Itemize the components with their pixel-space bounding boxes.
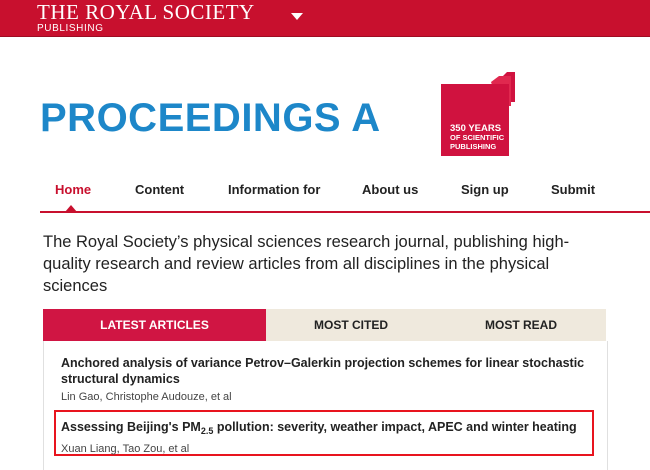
article-authors: Lin Gao, Christophe Audouze, et al bbox=[61, 391, 232, 403]
article-title-part: pollution: severity, weather impact, APE… bbox=[213, 420, 577, 434]
nav-sign-up[interactable]: Sign up bbox=[461, 182, 509, 197]
anniversary-years: 350 YEARS bbox=[450, 123, 502, 134]
article-title[interactable]: Assessing Beijing's PM2.5 pollution: sev… bbox=[61, 419, 591, 439]
article-title[interactable]: Anchored analysis of variance Petrov–Gal… bbox=[61, 355, 591, 387]
brand-subtitle: PUBLISHING bbox=[37, 23, 104, 34]
nav-submit[interactable]: Submit bbox=[551, 182, 595, 197]
top-header-bar: THE ROYAL SOCIETY PUBLISHING bbox=[0, 0, 650, 37]
articles-panel: Anchored analysis of variance Petrov–Gal… bbox=[43, 341, 608, 470]
caret-down-icon[interactable] bbox=[291, 13, 303, 20]
journal-description: The Royal Society’s physical sciences re… bbox=[43, 233, 570, 295]
tab-latest-articles[interactable]: LATEST ARTICLES bbox=[43, 309, 266, 341]
article-item[interactable]: Assessing Beijing's PM2.5 pollution: sev… bbox=[61, 419, 591, 456]
article-item[interactable]: Anchored analysis of variance Petrov–Gal… bbox=[61, 355, 591, 404]
anniversary-line2: OF SCIENTIFIC bbox=[450, 133, 505, 142]
tab-most-cited[interactable]: MOST CITED bbox=[266, 309, 436, 341]
nav-about-us[interactable]: About us bbox=[362, 182, 418, 197]
article-title-subscript: 2.5 bbox=[200, 426, 214, 436]
anniversary-line3: PUBLISHING bbox=[450, 142, 497, 151]
nav-underline bbox=[40, 211, 650, 213]
journal-title: PROCEEDINGS A bbox=[40, 96, 381, 140]
article-tabs: LATEST ARTICLES MOST CITED MOST READ bbox=[43, 309, 606, 341]
royal-society-publishing-logo[interactable]: THE ROYAL SOCIETY PUBLISHING bbox=[37, 2, 255, 34]
nav-information-for[interactable]: Information for bbox=[228, 182, 320, 197]
nav-content[interactable]: Content bbox=[135, 182, 184, 197]
brand-name: THE ROYAL SOCIETY bbox=[37, 0, 255, 24]
anniversary-badge-text: 350 YEARS OF SCIENTIFIC PUBLISHING bbox=[450, 124, 504, 151]
nav-home[interactable]: Home bbox=[55, 182, 91, 197]
article-title-part: Assessing Beijing's PM bbox=[61, 420, 201, 434]
main-nav: Home Content Information for About us Si… bbox=[40, 182, 650, 212]
tab-most-read[interactable]: MOST READ bbox=[436, 309, 606, 341]
article-authors: Xuan Liang, Tao Zou, et al bbox=[61, 443, 190, 455]
